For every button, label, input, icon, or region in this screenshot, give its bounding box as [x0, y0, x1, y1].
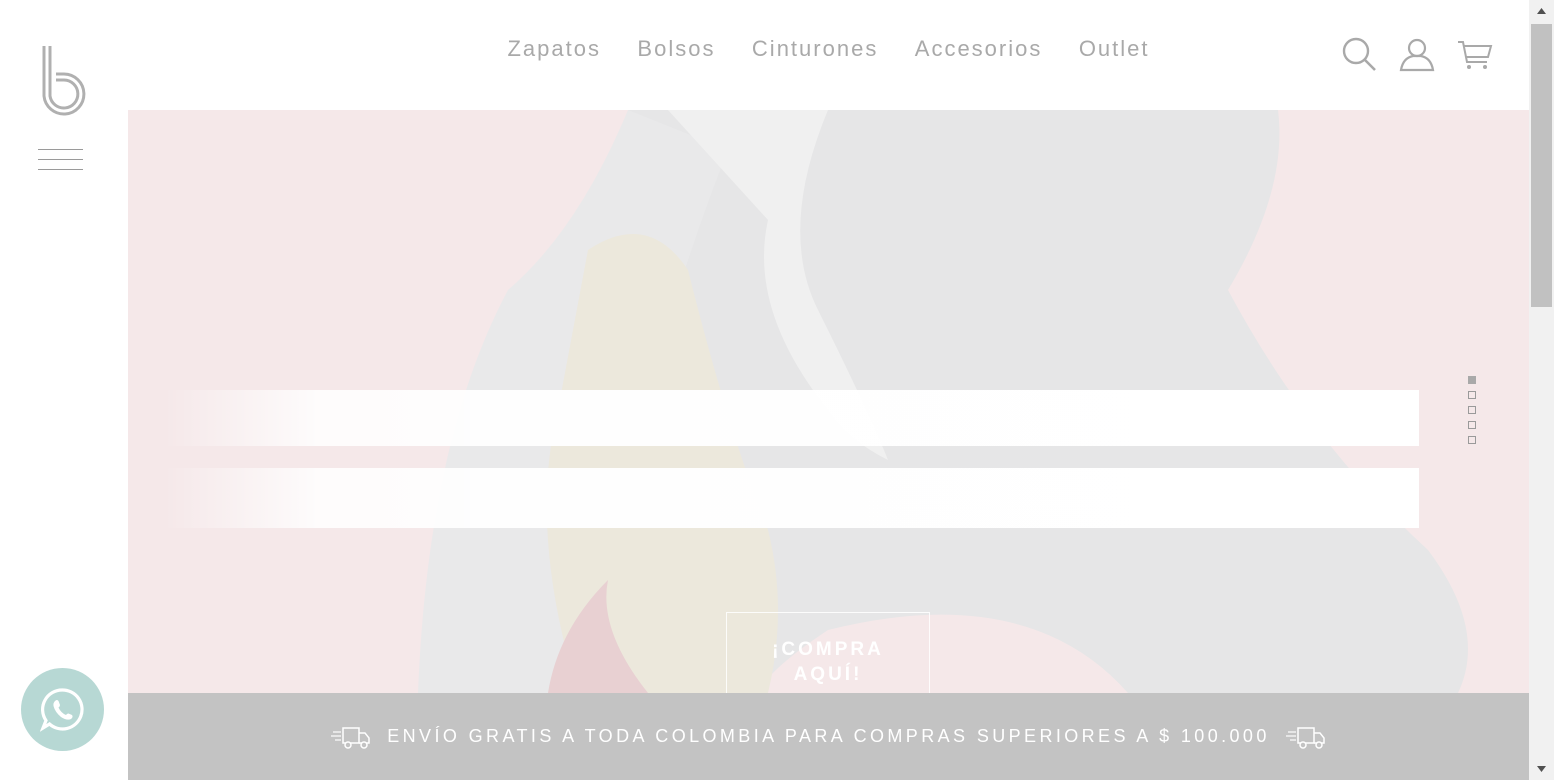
slider-dot-4[interactable] — [1468, 421, 1476, 429]
slider-pagination — [1468, 376, 1476, 451]
free-shipping-banner: ENVÍO GRATIS A TODA COLOMBIA PARA COMPRA… — [128, 693, 1529, 780]
free-shipping-text: ENVÍO GRATIS A TODA COLOMBIA PARA COMPRA… — [387, 726, 1270, 746]
nav-item-cinturones[interactable]: Cinturones — [752, 36, 878, 62]
shop-now-line1: ¡COMPRA — [772, 639, 884, 660]
scroll-down-arrow-icon[interactable] — [1529, 758, 1554, 780]
delivery-truck-icon — [331, 726, 370, 749]
shop-now-button[interactable]: ¡COMPRA AQUÍ! — [726, 612, 930, 693]
user-icon[interactable] — [1399, 36, 1435, 72]
top-header: Zapatos Bolsos Cinturones Accesorios Out… — [128, 0, 1529, 110]
search-icon[interactable] — [1341, 36, 1377, 72]
nav-item-outlet[interactable]: Outlet — [1079, 36, 1150, 62]
nav-item-zapatos[interactable]: Zapatos — [507, 36, 601, 62]
scrollbar-thumb[interactable] — [1531, 24, 1552, 307]
whatsapp-icon — [40, 688, 84, 732]
nav-item-accesorios[interactable]: Accesorios — [915, 36, 1043, 62]
hero-subtitle-placeholder — [164, 468, 1419, 528]
hero-title-placeholder — [164, 390, 1419, 446]
left-rail — [0, 0, 128, 780]
cart-icon[interactable] — [1457, 36, 1493, 72]
slider-dot-3[interactable] — [1468, 406, 1476, 414]
b-monogram-logo[interactable] — [38, 44, 88, 116]
menu-hamburger-icon[interactable] — [38, 149, 83, 173]
slider-dot-1[interactable] — [1468, 376, 1476, 384]
whatsapp-button[interactable] — [21, 668, 104, 751]
page-scrollbar[interactable] — [1529, 0, 1554, 780]
delivery-truck-icon — [1285, 726, 1325, 749]
slider-dot-2[interactable] — [1468, 391, 1476, 399]
shop-now-line2: AQUÍ! — [793, 664, 863, 685]
main-nav: Zapatos Bolsos Cinturones Accesorios Out… — [128, 36, 1529, 62]
hero-banner: ¡COMPRA AQUÍ! — [128, 110, 1529, 693]
nav-item-bolsos[interactable]: Bolsos — [637, 36, 715, 62]
header-icons — [1341, 36, 1493, 72]
slider-dot-5[interactable] — [1468, 436, 1476, 444]
scroll-up-arrow-icon[interactable] — [1529, 0, 1554, 22]
